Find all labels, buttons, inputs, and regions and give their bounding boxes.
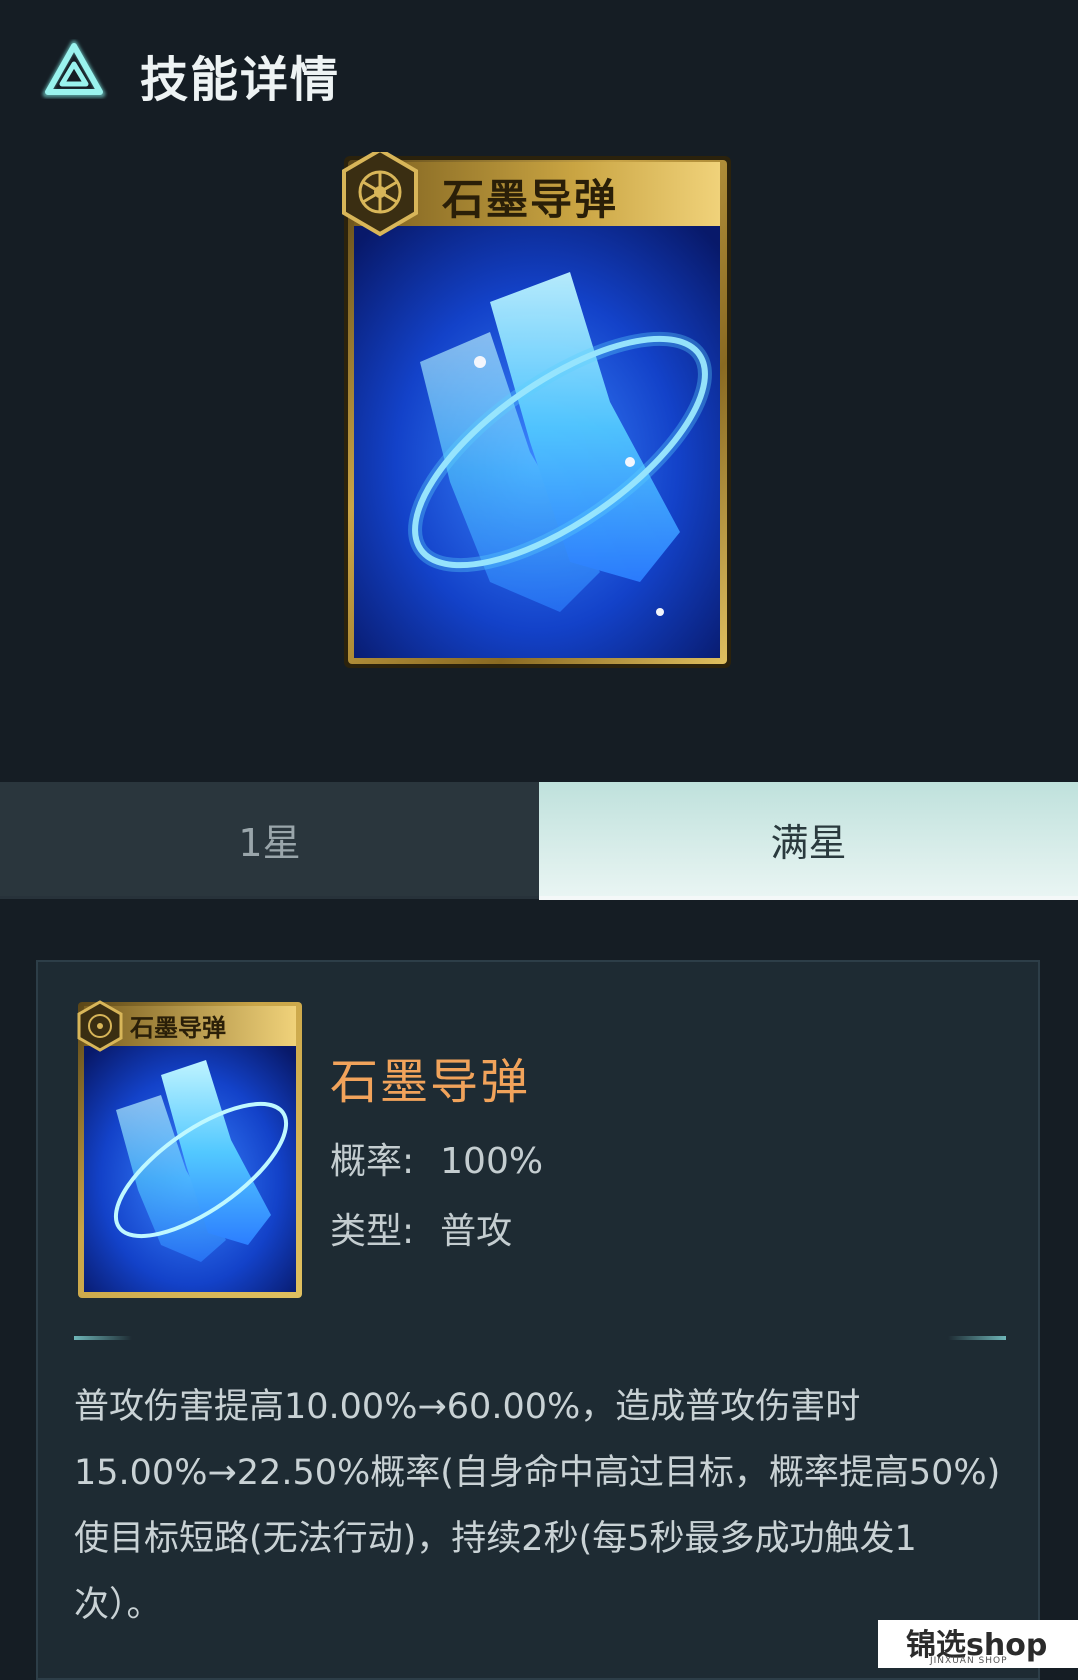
type-label: 类型: <box>330 1211 415 1252</box>
skill-detail-panel: 石墨导弹 石墨导弹 概率: 100% 类型: 普攻 普攻伤害提高10.00%→60.… <box>36 960 1040 1680</box>
skill-description: 普攻伤害提高10.00%→60.00%，造成普攻伤害时15.00%→22.50%… <box>74 1387 1001 1625</box>
card-title: 石墨导弹 <box>442 175 619 224</box>
small-card-title: 石墨导弹 <box>130 1013 226 1042</box>
divider <box>74 1336 1006 1340</box>
watermark: 锦选shop JINXUAN SHOP <box>878 1620 1078 1668</box>
type-value: 普攻 <box>440 1211 513 1252</box>
skill-card-large: 石墨导弹 <box>340 147 735 672</box>
rate-label: 概率: <box>330 1141 415 1182</box>
blue-boots-art-icon <box>342 147 731 668</box>
tab-active-underline <box>539 896 1078 900</box>
skill-card-small: 石墨导弹 <box>76 1000 304 1300</box>
tab-1-star[interactable]: 1星 <box>0 782 539 896</box>
rate-row: 概率: 100% <box>330 1132 543 1184</box>
star-tabs: 1星 满星 <box>0 782 1078 902</box>
triangle-logo-icon <box>42 40 106 98</box>
tab-full-star[interactable]: 满星 <box>539 782 1078 896</box>
tab-baseline <box>0 896 539 899</box>
blue-boots-thumbnail-icon <box>77 1000 302 1298</box>
header: 技能详情 <box>0 0 1078 140</box>
rate-value: 100% <box>440 1141 544 1182</box>
skill-name: 石墨导弹 <box>330 1054 531 1110</box>
watermark-subtext: JINXUAN SHOP <box>930 1656 1008 1666</box>
type-row: 类型: 普攻 <box>330 1202 512 1254</box>
page-title: 技能详情 <box>140 52 341 108</box>
